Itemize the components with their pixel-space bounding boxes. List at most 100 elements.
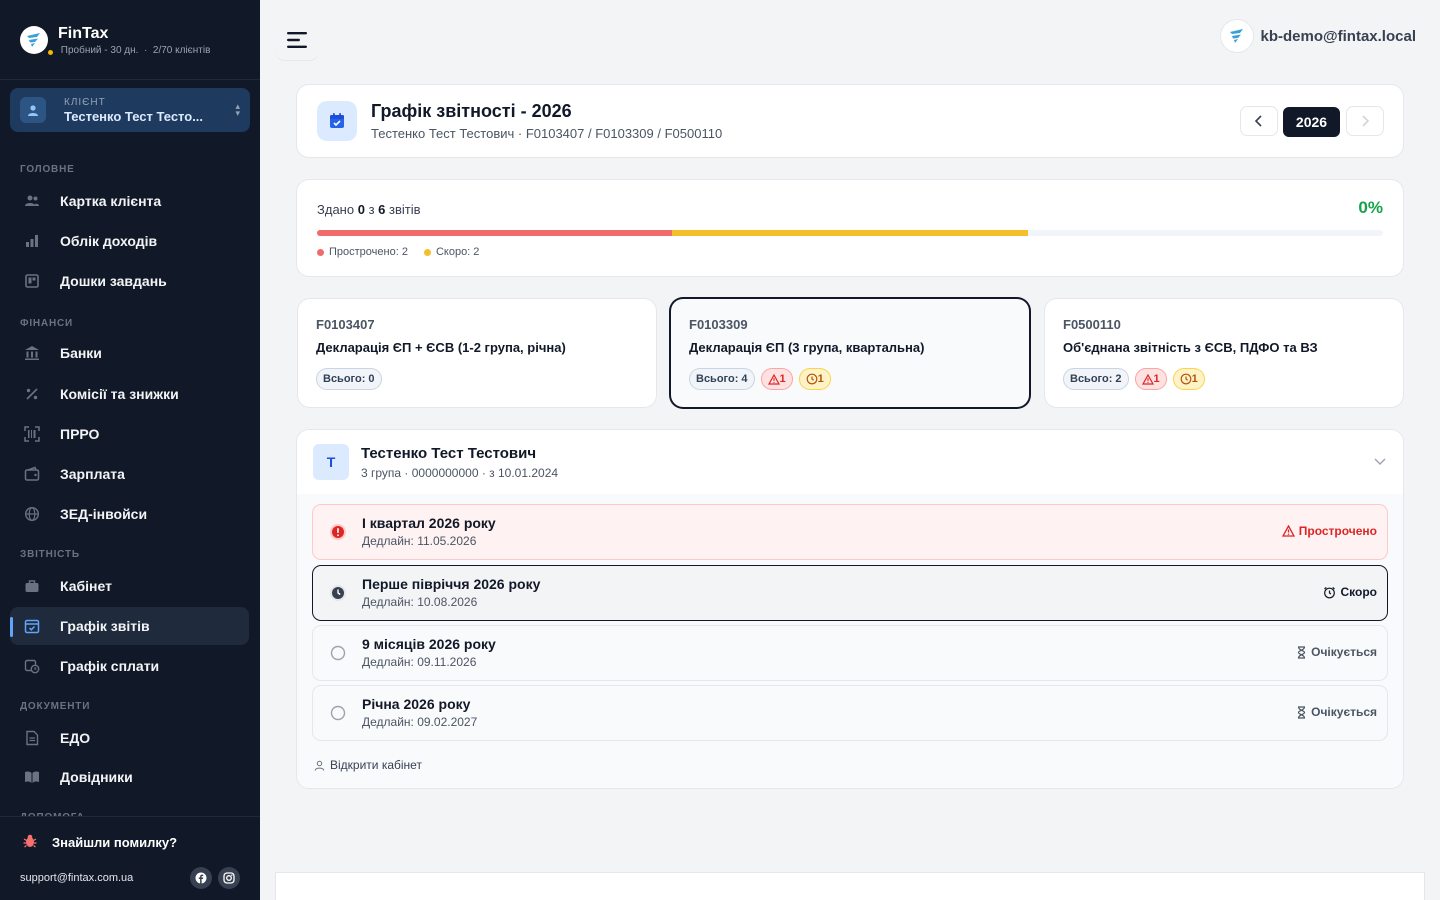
client-avatar: Т	[313, 444, 349, 480]
empty-circle-icon	[330, 645, 346, 661]
progress-prefix: Здано	[317, 202, 355, 217]
progress-summary: Здано 0 з 6 звітів	[317, 202, 421, 217]
brand[interactable]: FinTax Пробний - 30 дн. · 2/70 клієнтів	[0, 0, 260, 80]
progress-soon-segment	[672, 230, 1028, 236]
sidebar-item-label: Картка клієнта	[60, 193, 162, 209]
sidebar-item-references[interactable]: Довідники	[10, 758, 249, 796]
next-year-button[interactable]	[1347, 107, 1383, 135]
status-badge: Очікується	[1296, 645, 1377, 659]
form-card-selected[interactable]: F0103309 Декларація ЄП (3 група, квартал…	[671, 299, 1029, 407]
report-row[interactable]: Річна 2026 року Дедлайн: 09.02.2027 Очік…	[313, 686, 1387, 740]
status-label: Прострочено	[1298, 524, 1377, 538]
sidebar-item-label: Кабінет	[60, 578, 112, 594]
support-email[interactable]: support@fintax.com.ua	[20, 872, 184, 884]
sidebar-item-income[interactable]: Облік доходів	[10, 222, 249, 260]
form-card[interactable]: F0500110 Об'єднана звітність з ЄСВ, ПДФО…	[1045, 299, 1403, 407]
form-name: Об'єднана звітність з ЄСВ, ПДФО та ВЗ	[1063, 340, 1318, 355]
sidebar-item-salary[interactable]: Зарплата	[10, 455, 249, 493]
hourglass-icon	[1298, 645, 1306, 659]
wallet-icon	[22, 464, 42, 484]
prev-year-button[interactable]	[1241, 107, 1277, 135]
schedule-header: Графік звітності - 2026 Тестенко Тест Те…	[297, 85, 1403, 157]
client-name: Тестенко Тест Тестович	[361, 445, 537, 462]
progress-of: з	[368, 202, 375, 217]
client-user-icon	[20, 97, 46, 123]
warning-icon	[767, 373, 780, 385]
sidebar-item-banks[interactable]: Банки	[10, 334, 249, 372]
sidebar-item-commissions[interactable]: Комісії та знижки	[10, 375, 249, 413]
alert-circle-icon	[330, 524, 346, 540]
calendar-icon	[22, 616, 42, 636]
bug-icon	[22, 833, 38, 852]
clients-count: 2/70 клієнтів	[152, 44, 211, 56]
warning-icon	[1281, 525, 1295, 537]
sidebar-item-prro[interactable]: ПРРО	[10, 415, 249, 453]
hamburger-icon	[287, 32, 307, 48]
sidebar-item-edo[interactable]: ЕДО	[10, 719, 249, 757]
total-badge: Всього: 0	[316, 368, 382, 390]
fintax-logo-icon	[20, 25, 53, 55]
brand-name: FinTax	[58, 24, 109, 42]
sidebar-item-report-schedule[interactable]: Графік звітів	[10, 607, 249, 645]
status-badge: Прострочено	[1281, 524, 1377, 538]
legend-overdue: Прострочено: 2	[329, 246, 408, 258]
progress-done: 0	[357, 202, 365, 217]
section-finance: Фінанси	[20, 318, 73, 329]
plan-info: Пробний - 30 дн. · 2/70 клієнтів	[60, 44, 211, 56]
bank-icon	[22, 343, 42, 363]
open-cabinet-link[interactable]: Відкрити кабінет	[314, 758, 422, 772]
report-deadline: Дедлайн: 11.05.2026	[362, 534, 477, 548]
progress-legend: Прострочено: 2 Скоро: 2	[317, 246, 495, 258]
report-row[interactable]: Перше півріччя 2026 року Дедлайн: 10.08.…	[313, 566, 1387, 620]
percent-icon	[22, 384, 42, 404]
client-selector[interactable]: КЛІЄНТ Тестенко Тест Тесто... ▴ ▾	[10, 88, 250, 132]
users-icon	[22, 191, 42, 211]
chevron-right-icon	[1362, 115, 1370, 127]
sidebar-item-label: ЕДО	[60, 730, 91, 746]
sidebar-footer: Знайшли помилку? support@fintax.com.ua	[0, 816, 260, 900]
sidebar-item-fea-invoices[interactable]: ЗЕД-інвойси	[10, 495, 249, 533]
status-label: Очікується	[1311, 705, 1377, 719]
book-icon	[22, 767, 42, 787]
sidebar-item-task-boards[interactable]: Дошки завдань	[10, 262, 249, 300]
fintax-logo-icon	[1220, 20, 1253, 52]
progress-suffix: звітів	[389, 202, 421, 217]
form-card[interactable]: F0103407 Декларація ЄП + ЄСВ (1-2 група,…	[298, 299, 656, 407]
overdue-count: 1	[1153, 373, 1160, 385]
menu-toggle-button[interactable]	[276, 20, 318, 60]
current-year[interactable]: 2026	[1283, 107, 1340, 137]
progress-percent: 0%	[1358, 198, 1383, 217]
report-row[interactable]: І квартал 2026 року Дедлайн: 11.05.2026 …	[313, 505, 1387, 559]
sidebar-item-cabinet[interactable]: Кабінет	[10, 567, 249, 605]
report-deadline: Дедлайн: 10.08.2026	[362, 595, 478, 609]
sidebar-item-payment-schedule[interactable]: Графік сплати	[10, 647, 249, 685]
report-row[interactable]: 9 місяців 2026 року Дедлайн: 09.11.2026 …	[313, 626, 1387, 680]
instagram-icon[interactable]	[218, 867, 240, 889]
user-menu[interactable]: kb-demo@fintax.local	[1220, 20, 1416, 52]
plan-label: Пробний - 30 дн.	[60, 44, 139, 56]
section-main: Головне	[20, 164, 75, 175]
status-label: Очікується	[1311, 645, 1377, 659]
sidebar-item-label: Дошки завдань	[60, 273, 167, 289]
total-badge: Всього: 2	[1063, 368, 1129, 390]
report-bug-button[interactable]: Знайшли помилку?	[0, 817, 260, 867]
warning-icon	[1141, 373, 1154, 385]
overdue-badge: 1	[760, 368, 793, 390]
trial-status-dot	[48, 49, 53, 55]
legend-soon: Скоро: 2	[435, 246, 480, 258]
clock-icon	[1180, 373, 1192, 385]
report-deadline: Дедлайн: 09.02.2027	[362, 715, 478, 729]
chevron-left-icon	[1254, 115, 1262, 127]
globe-icon	[22, 504, 42, 524]
clock-filled-icon	[330, 585, 346, 601]
facebook-icon[interactable]	[190, 867, 212, 889]
section-documents: Документи	[20, 701, 91, 712]
client-group-header[interactable]: Т Тестенко Тест Тестович 3 група · 00000…	[297, 430, 1403, 494]
sidebar-item-client-card[interactable]: Картка клієнта	[10, 182, 249, 220]
status-badge: Очікується	[1296, 705, 1377, 719]
overdue-badge: 1	[1134, 368, 1167, 390]
section-reporting: Звітність	[20, 549, 80, 560]
sidebar-item-label: Довідники	[60, 769, 133, 785]
report-list: І квартал 2026 року Дедлайн: 11.05.2026 …	[297, 494, 1403, 788]
user-icon	[314, 760, 325, 771]
